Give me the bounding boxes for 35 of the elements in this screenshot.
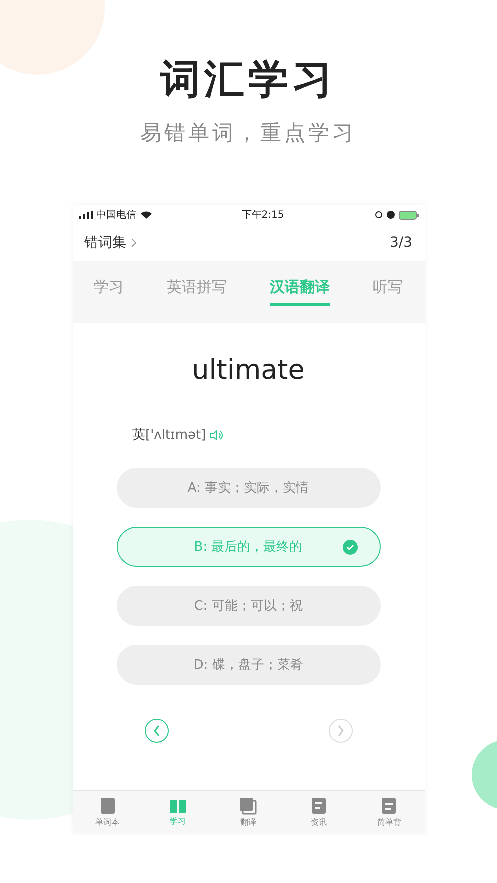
headline-subtitle: 易错单词，重点学习 (140, 120, 356, 147)
carrier-name: 中国电信 (96, 208, 136, 222)
open-book-icon (169, 798, 188, 814)
tab-bar-item[interactable]: 简单背 (364, 796, 414, 828)
chevron-right-icon (338, 725, 344, 737)
answer-option[interactable]: C: 可能；可以；祝 (116, 586, 380, 626)
news-icon (310, 796, 327, 814)
status-time: 下午2:15 (242, 209, 284, 222)
battery-icon (398, 210, 418, 220)
document-icon (239, 796, 258, 814)
answer-option[interactable]: A: 事实；实际，实情 (116, 468, 380, 508)
mode-tab[interactable]: 听写 (373, 278, 403, 306)
headline-title: 词汇学习 (160, 56, 336, 105)
progress-counter: 3/3 (390, 235, 412, 251)
tab-bar-item[interactable]: 学习 (153, 798, 204, 826)
check-icon (342, 540, 358, 555)
chevron-left-icon (154, 725, 160, 737)
answer-option[interactable]: D: 碟，盘子；菜肴 (116, 645, 380, 685)
tab-bar-item[interactable]: 资讯 (294, 796, 344, 828)
mode-tab[interactable]: 学习 (94, 278, 124, 306)
note-icon (381, 796, 398, 814)
tab-bar-item[interactable]: 翻译 (223, 796, 274, 828)
vocabulary-word: ultimate (191, 355, 306, 386)
mode-tab[interactable]: 汉语翻译 (270, 278, 330, 306)
speaker-icon[interactable] (210, 430, 224, 440)
previous-button[interactable] (144, 719, 168, 743)
wifi-icon (140, 211, 152, 219)
header-title[interactable]: 错词集 (84, 234, 126, 252)
mode-tab[interactable]: 英语拼写 (167, 278, 227, 306)
book-icon (100, 796, 116, 814)
answer-option[interactable]: B: 最后的，最终的 (116, 527, 380, 567)
signal-icon (78, 211, 92, 219)
phonetic-text: 英['ʌltɪmət] (132, 427, 206, 444)
chevron-right-icon (130, 238, 136, 248)
tab-bar-item[interactable]: 单词本 (82, 796, 133, 828)
